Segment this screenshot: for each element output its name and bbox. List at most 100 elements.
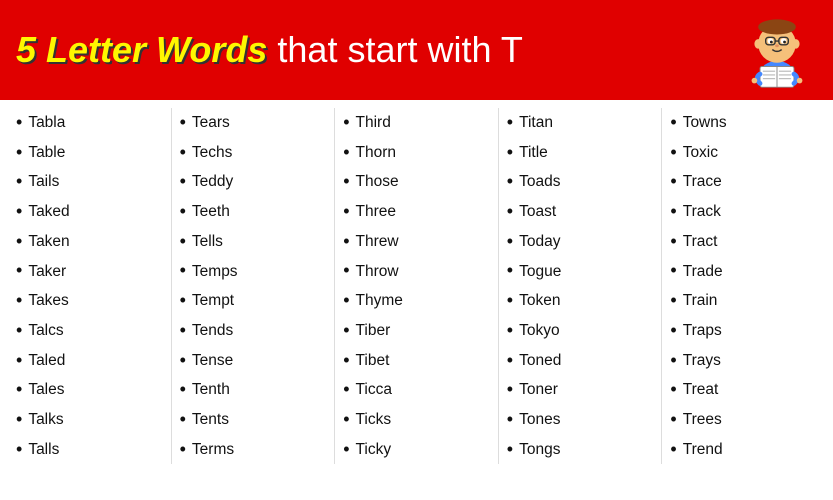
word-text: Togue xyxy=(519,259,561,285)
bullet-icon: • xyxy=(507,375,513,405)
column-divider xyxy=(171,108,172,464)
list-item: •Tibet xyxy=(343,346,490,376)
column-divider xyxy=(498,108,499,464)
bullet-icon: • xyxy=(16,227,22,257)
word-text: Treat xyxy=(683,377,719,403)
list-item: •Tones xyxy=(507,405,654,435)
bullet-icon: • xyxy=(670,138,676,168)
word-text: Titan xyxy=(519,110,553,136)
list-item: •Talcs xyxy=(16,316,163,346)
word-text: Threw xyxy=(356,229,399,255)
list-item: •Trend xyxy=(670,435,817,465)
list-item: •Temps xyxy=(180,256,327,286)
bullet-icon: • xyxy=(180,316,186,346)
bullet-icon: • xyxy=(180,286,186,316)
list-item: •Tiber xyxy=(343,316,490,346)
list-item: •Thorn xyxy=(343,138,490,168)
column-divider xyxy=(661,108,662,464)
bullet-icon: • xyxy=(507,138,513,168)
column-1: •Tabla•Table•Tails•Taked•Taken•Taker•Tak… xyxy=(10,108,169,464)
bullet-icon: • xyxy=(507,435,513,465)
bullet-icon: • xyxy=(670,167,676,197)
word-text: Taken xyxy=(28,229,69,255)
bullet-icon: • xyxy=(670,108,676,138)
word-text: Talcs xyxy=(28,318,63,344)
word-text: Toner xyxy=(519,377,558,403)
list-item: •Tense xyxy=(180,346,327,376)
list-item: •Ticks xyxy=(343,405,490,435)
list-item: •Tongs xyxy=(507,435,654,465)
word-text: Today xyxy=(519,229,560,255)
bullet-icon: • xyxy=(670,316,676,346)
list-item: •Three xyxy=(343,197,490,227)
list-item: •Tears xyxy=(180,108,327,138)
word-text: Toast xyxy=(519,199,556,225)
list-item: •Tells xyxy=(180,227,327,257)
page-title: 5 Letter Words that start with T xyxy=(16,30,523,70)
column-3: •Third•Thorn•Those•Three•Threw•Throw•Thy… xyxy=(337,108,496,464)
word-text: Tense xyxy=(192,348,233,374)
bullet-icon: • xyxy=(180,138,186,168)
bullet-icon: • xyxy=(180,227,186,257)
word-text: Talls xyxy=(28,437,59,463)
list-item: •Tract xyxy=(670,227,817,257)
list-item: • Thyme xyxy=(343,286,490,316)
column-2: •Tears•Techs•Teddy•Teeth•Tells•Temps•Tem… xyxy=(174,108,333,464)
word-text: Tears xyxy=(192,110,230,136)
list-item: •Tends xyxy=(180,316,327,346)
word-text: Table xyxy=(28,140,65,166)
list-item: •Third xyxy=(343,108,490,138)
bullet-icon: • xyxy=(670,286,676,316)
list-item: •Toner xyxy=(507,375,654,405)
bullet-icon: • xyxy=(16,375,22,405)
list-item: •Toned xyxy=(507,346,654,376)
word-text: Toned xyxy=(519,348,561,374)
bullet-icon: • xyxy=(180,405,186,435)
bullet-icon: • xyxy=(180,346,186,376)
bullet-icon: • xyxy=(507,346,513,376)
word-text: Trays xyxy=(683,348,721,374)
word-text: Tract xyxy=(683,229,718,255)
bullet-icon: • xyxy=(670,256,676,286)
list-item: •Train xyxy=(670,286,817,316)
word-text: Thyme xyxy=(356,288,403,314)
word-text: Throw xyxy=(356,259,399,285)
bullet-icon: • xyxy=(16,405,22,435)
word-text: Traps xyxy=(683,318,722,344)
word-text: Taker xyxy=(28,259,66,285)
bullet-icon: • xyxy=(670,405,676,435)
list-item: •Ticky xyxy=(343,435,490,465)
word-text: Trees xyxy=(683,407,722,433)
word-text: Toads xyxy=(519,169,560,195)
list-item: •Title xyxy=(507,138,654,168)
word-text: Tales xyxy=(28,377,64,403)
bullet-icon: • xyxy=(343,375,349,405)
header: 5 Letter Words that start with T xyxy=(0,0,833,100)
bullet-icon: • xyxy=(180,435,186,465)
list-item: •Techs xyxy=(180,138,327,168)
word-text: Teeth xyxy=(192,199,230,225)
word-text: Techs xyxy=(192,140,233,166)
list-item: •Talls xyxy=(16,435,163,465)
bullet-icon: • xyxy=(16,256,22,286)
word-text: Tells xyxy=(192,229,223,255)
list-item: •Taled xyxy=(16,346,163,376)
word-text: Ticks xyxy=(356,407,392,433)
word-text: Temps xyxy=(192,259,238,285)
word-text: Taled xyxy=(28,348,65,374)
word-text: Taked xyxy=(28,199,69,225)
list-item: •Tenth xyxy=(180,375,327,405)
bullet-icon: • xyxy=(343,286,349,316)
list-item: •Toast xyxy=(507,197,654,227)
bullet-icon: • xyxy=(343,256,349,286)
list-item: •Trays xyxy=(670,346,817,376)
word-text: Tabla xyxy=(28,110,65,136)
bullet-icon: • xyxy=(16,138,22,168)
bullet-icon: • xyxy=(16,346,22,376)
list-item: •Threw xyxy=(343,227,490,257)
word-text: Terms xyxy=(192,437,234,463)
word-text: Those xyxy=(356,169,399,195)
word-text: Tenth xyxy=(192,377,230,403)
word-text: Ticca xyxy=(356,377,392,403)
word-text: Tiber xyxy=(356,318,391,344)
